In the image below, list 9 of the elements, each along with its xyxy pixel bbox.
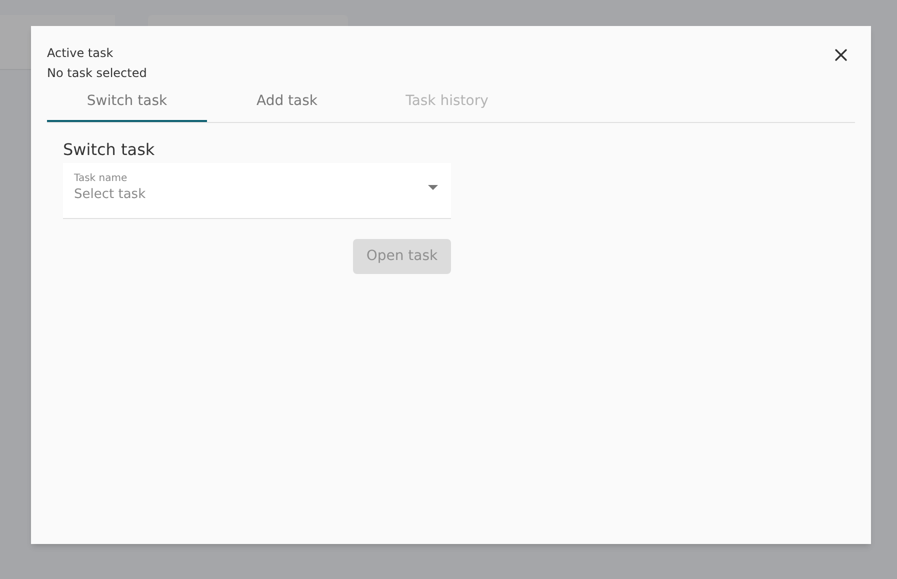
tab[interactable]: Add task [207,88,367,122]
field-placeholder: Select task [74,186,146,204]
active-task-value: No task selected [47,65,147,82]
active-task-label: Active task [47,45,114,62]
tab[interactable]: Switch task [47,88,207,122]
dropdown-caret-icon [428,185,438,190]
task-select[interactable]: Task name Select task [63,163,451,219]
field-label: Task name [74,172,128,185]
panel-title: Switch task [63,140,156,160]
